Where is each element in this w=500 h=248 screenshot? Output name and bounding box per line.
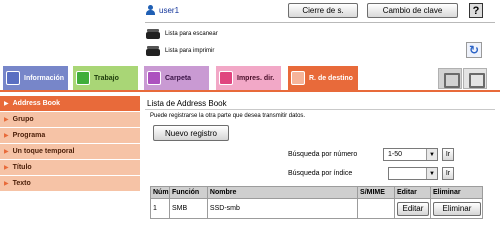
logout-button[interactable]: Cierre de s. (288, 3, 358, 18)
tab-underline (0, 90, 500, 92)
user-icon (146, 5, 155, 15)
select-value: 1-50 (388, 151, 403, 158)
scan-status: Lista para escanear (146, 29, 218, 39)
chevron-down-icon: ▼ (426, 168, 437, 179)
edit-button[interactable]: Editar (396, 201, 429, 216)
cell-delete: Eliminar (429, 198, 484, 219)
sidebar: ▶ Address Book ▶ Grupo ▶ Programa ▶ Un t… (0, 96, 140, 192)
destination-icon (291, 71, 305, 85)
column-header: Eliminar (429, 186, 484, 199)
printer-icon (146, 46, 160, 56)
column-header: S/MIME (357, 186, 395, 199)
table-row: 1 SMB SSD-smb Editar Eliminar (150, 198, 484, 219)
sidebar-item-title[interactable]: ▶ Título (0, 160, 140, 175)
sidebar-item-text[interactable]: ▶ Texto (0, 176, 140, 191)
cell-smime (357, 198, 395, 219)
header-divider (145, 22, 495, 23)
chevron-down-icon: ▼ (426, 149, 437, 160)
sidebar-item-label: Programa (12, 132, 46, 139)
table-header-row: Núm Función Nombre S/MIME Editar Elimina… (150, 186, 484, 199)
arrow-right-icon: ▶ (4, 181, 9, 187)
print-status: Lista para imprimir (146, 46, 214, 56)
refresh-icon: ↻ (468, 43, 480, 57)
search-by-index-label: Búsqueda por índice (288, 170, 353, 177)
tab-label: Trabajo (94, 74, 119, 82)
print-status-text: Lista para imprimir (165, 48, 215, 54)
info-icon (6, 71, 20, 85)
user-indicator: user1 (146, 5, 179, 15)
arrow-right-icon: ▶ (4, 101, 9, 107)
delete-button[interactable]: Eliminar (432, 201, 481, 216)
go-index-button[interactable]: Ir (442, 167, 454, 180)
main-tabs: Información Trabajo Carpeta Impres. dir.… (0, 66, 500, 92)
panel-view-icon[interactable] (463, 68, 487, 89)
device-settings-icon[interactable] (438, 68, 462, 89)
column-header: Editar (393, 186, 431, 199)
user-name: user1 (159, 5, 180, 15)
arrow-right-icon: ▶ (4, 117, 9, 123)
arrow-right-icon: ▶ (4, 133, 9, 139)
help-button[interactable]: ? (469, 3, 483, 18)
print-icon (219, 71, 233, 85)
tab-label: R. de destino (309, 74, 353, 82)
sidebar-item-temporary-one-touch[interactable]: ▶ Un toque temporal (0, 144, 140, 159)
sidebar-item-label: Grupo (12, 116, 34, 123)
column-header: Función (168, 186, 208, 199)
tab-destination[interactable]: R. de destino (288, 66, 358, 90)
tab-folder[interactable]: Carpeta (144, 66, 209, 90)
cell-edit: Editar (393, 198, 431, 219)
folder-icon (147, 71, 161, 85)
scanner-icon (146, 29, 160, 39)
sidebar-item-label: Título (12, 164, 32, 171)
search-by-index-select[interactable]: ▼ (388, 167, 438, 180)
search-by-number-label: Búsqueda por número (288, 151, 358, 158)
tab-label: Carpeta (165, 74, 192, 82)
tab-direct-print[interactable]: Impres. dir. (216, 66, 281, 90)
column-header: Núm (150, 186, 170, 199)
sidebar-item-label: Address Book (12, 100, 61, 107)
go-number-button[interactable]: Ir (442, 148, 454, 161)
cell-name: SSD-smb (206, 198, 359, 219)
search-by-number-select[interactable]: 1-50 ▼ (383, 148, 438, 161)
job-icon (76, 71, 90, 85)
change-password-button[interactable]: Cambio de clave (367, 3, 458, 18)
arrow-right-icon: ▶ (4, 165, 9, 171)
page-description: Puede registrarse la otra parte que dese… (150, 113, 306, 119)
title-divider (145, 109, 495, 110)
cell-function: SMB (168, 198, 208, 219)
tab-label: Impres. dir. (237, 74, 275, 82)
address-book-table: Núm Función Nombre S/MIME Editar Elimina… (150, 186, 484, 219)
column-header: Nombre (206, 186, 359, 199)
arrow-right-icon: ▶ (4, 149, 9, 155)
sidebar-item-label: Un toque temporal (12, 148, 75, 155)
sidebar-item-program[interactable]: ▶ Programa (0, 128, 140, 143)
tab-information[interactable]: Información (3, 66, 68, 90)
page-title: Lista de Address Book (147, 99, 227, 108)
tab-job[interactable]: Trabajo (73, 66, 138, 90)
refresh-button[interactable]: ↻ (466, 42, 482, 58)
cell-number: 1 (150, 198, 170, 219)
sidebar-item-group[interactable]: ▶ Grupo (0, 112, 140, 127)
tab-label: Información (24, 74, 65, 82)
sidebar-item-label: Texto (12, 180, 31, 187)
sidebar-item-address-book[interactable]: ▶ Address Book (0, 96, 140, 111)
new-registration-button[interactable]: Nuevo registro (153, 125, 229, 141)
scan-status-text: Lista para escanear (165, 31, 218, 37)
